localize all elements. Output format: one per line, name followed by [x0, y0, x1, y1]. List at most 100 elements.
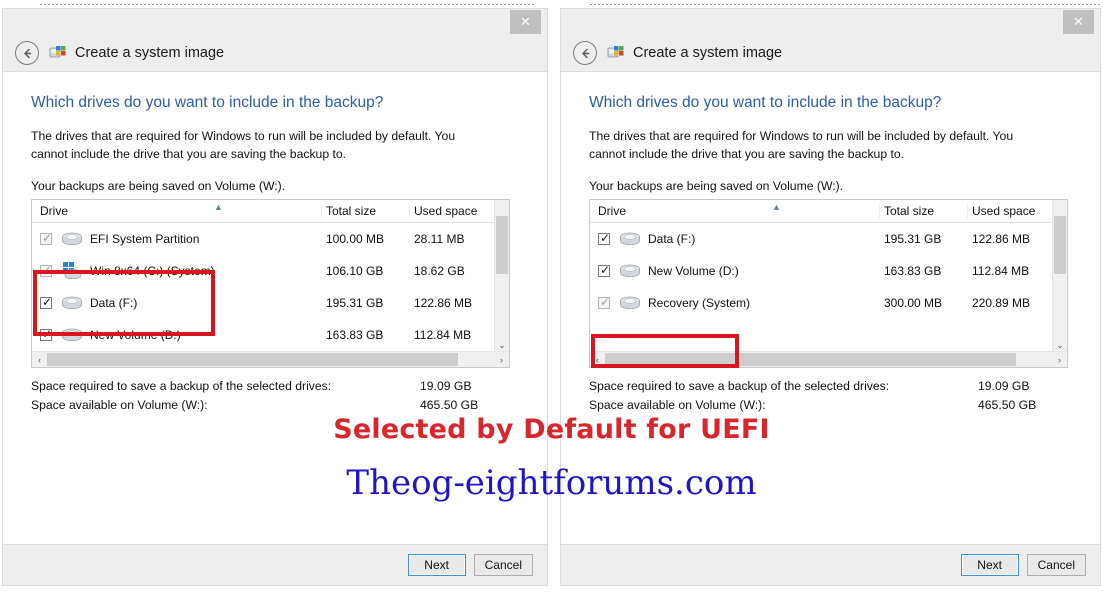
- page-title: Which drives do you want to include in t…: [31, 94, 384, 111]
- space-required-row: Space required to save a backup of the s…: [31, 377, 510, 396]
- drive-checkbox[interactable]: ✓: [598, 231, 611, 246]
- scrollbar-thumb[interactable]: [1054, 216, 1066, 275]
- column-header-drive[interactable]: Drive: [590, 204, 880, 219]
- total-size-cell: 300.00 MB: [884, 296, 943, 311]
- drive-name-label: EFI System Partition: [90, 232, 200, 247]
- titlebar-right: ✕: [561, 9, 1100, 35]
- drive-cell: ✓ Win 8x64 (C:) (System): [32, 261, 322, 281]
- next-button[interactable]: Next: [960, 554, 1019, 576]
- table-row[interactable]: ✓ Recovery (System) 300.00 MB 220.89 MB: [590, 287, 1067, 319]
- sort-ascending-icon: ▲: [214, 202, 223, 213]
- space-available-row: Space available on Volume (W:): 465.50 G…: [31, 396, 510, 415]
- drive-cell: ✓ Recovery (System): [590, 293, 880, 313]
- drive-name-label: Data (F:): [648, 232, 696, 247]
- column-header-used-space[interactable]: Used space: [968, 204, 1052, 218]
- vertical-scrollbar-left[interactable]: ⌄: [494, 200, 509, 353]
- summary-left: Space required to save a backup of the s…: [31, 377, 510, 415]
- total-size-cell: 163.83 GB: [326, 328, 384, 343]
- drive-cell: ✓ New Volume (D:): [32, 325, 322, 345]
- table-row[interactable]: ✓ Win 8x64 (C:) (System) 106.10 GB 18.62 GB: [32, 255, 509, 287]
- back-arrow-icon[interactable]: [15, 41, 39, 65]
- hscroll-track[interactable]: [605, 352, 1052, 367]
- used-space-cell: 122.86 MB: [414, 296, 473, 311]
- windows-drive-icon: [59, 261, 85, 281]
- scroll-left-icon[interactable]: ‹: [590, 355, 605, 365]
- drive-cell: ✓ EFI System Partition: [32, 229, 322, 249]
- checkmark-icon: ✓: [600, 231, 611, 246]
- cancel-button[interactable]: Cancel: [473, 554, 533, 576]
- top-rule-right: [590, 4, 1100, 5]
- column-header-total-size[interactable]: Total size: [322, 204, 410, 219]
- hard-drive-icon: [617, 261, 643, 281]
- summary-right: Space required to save a backup of the s…: [589, 377, 1068, 415]
- table-row[interactable]: ✓ New Volume (D:) 163.83 GB 112.84 MB: [32, 319, 509, 351]
- window-title: Create a system image: [75, 45, 225, 61]
- checkmark-icon: ✓: [42, 263, 53, 278]
- cancel-button[interactable]: Cancel: [1026, 554, 1086, 576]
- hard-drive-icon: [617, 293, 643, 313]
- checkmark-icon: ✓: [42, 295, 53, 310]
- hscroll-track[interactable]: [47, 352, 494, 367]
- used-space-cell: 220.89 MB: [972, 296, 1031, 311]
- space-available-row: Space available on Volume (W:): 465.50 G…: [589, 396, 1068, 415]
- scroll-left-icon[interactable]: ‹: [32, 355, 47, 365]
- drive-checkbox: ✓: [40, 231, 53, 246]
- drive-rows-left: ✓ EFI System Partition 100.00 MB 28.11 MB ✓ W…: [32, 223, 509, 351]
- horizontal-scrollbar-right[interactable]: ‹ ›: [590, 351, 1067, 368]
- page-title: Which drives do you want to include in t…: [589, 94, 942, 111]
- space-required-label: Space required to save a backup of the s…: [589, 379, 890, 394]
- space-available-value: 465.50 GB: [420, 398, 479, 413]
- system-image-window-left: ✕ Create a system image Which drives do …: [2, 8, 548, 586]
- description-text: The drives that are required for Windows…: [31, 129, 456, 161]
- table-row[interactable]: ✓ New Volume (D:) 163.83 GB 112.84 MB: [590, 255, 1067, 287]
- table-row[interactable]: ✓ Data (F:) 195.31 GB 122.86 MB: [590, 223, 1067, 255]
- window-title: Create a system image: [633, 45, 783, 61]
- total-size-cell: 163.83 GB: [884, 264, 942, 279]
- space-available-label: Space available on Volume (W:):: [31, 398, 208, 413]
- drive-name-label: New Volume (D:): [90, 328, 181, 343]
- drive-checkbox[interactable]: ✓: [40, 295, 53, 310]
- space-available-value: 465.50 GB: [978, 398, 1037, 413]
- drive-name-label: Win 8x64 (C:) (System): [90, 264, 215, 279]
- scroll-down-icon[interactable]: ⌄: [495, 338, 509, 352]
- total-size-cell: 195.31 GB: [326, 296, 384, 311]
- drive-name-label: Recovery (System): [648, 296, 751, 311]
- table-row[interactable]: ✓ Data (F:) 195.31 GB 122.86 MB: [32, 287, 509, 319]
- system-image-icon: [49, 44, 67, 62]
- close-button[interactable]: ✕: [510, 10, 541, 34]
- checkmark-icon: ✓: [600, 263, 611, 278]
- checkmark-icon: ✓: [42, 231, 53, 246]
- drive-list-right: Drive Total size Used space ▲ ⌃ ✓ Data (F…: [589, 199, 1068, 369]
- next-button[interactable]: Next: [407, 554, 466, 576]
- scrollbar-thumb[interactable]: [496, 216, 508, 275]
- saved-on-text: Your backups are being saved on Volume (…: [589, 179, 844, 194]
- drive-checkbox[interactable]: ✓: [40, 328, 52, 342]
- drive-cell: ✓ New Volume (D:): [590, 261, 880, 281]
- description-text: The drives that are required for Windows…: [589, 129, 1014, 161]
- table-row[interactable]: ✓ EFI System Partition 100.00 MB 28.11 MB: [32, 223, 509, 255]
- scroll-right-icon[interactable]: ›: [494, 355, 509, 365]
- footer-right: Next Cancel: [561, 545, 1100, 585]
- used-space-cell: 112.84 MB: [972, 264, 1030, 279]
- hscroll-thumb[interactable]: [605, 353, 1017, 367]
- back-arrow-icon[interactable]: [573, 41, 597, 65]
- column-header-used-space[interactable]: Used space: [410, 204, 494, 218]
- drive-cell: ✓ Data (F:): [590, 229, 880, 249]
- sort-ascending-icon: ▲: [772, 202, 781, 213]
- column-header-total-size[interactable]: Total size: [880, 204, 968, 219]
- column-header-drive[interactable]: Drive: [32, 204, 322, 219]
- hscroll-thumb[interactable]: [47, 353, 459, 367]
- wizard-header-left: Create a system image: [3, 35, 547, 71]
- content-pane-right: Which drives do you want to include in t…: [561, 71, 1100, 545]
- horizontal-scrollbar-left[interactable]: ‹ ›: [32, 351, 509, 368]
- close-button[interactable]: ✕: [1063, 10, 1094, 34]
- used-space-cell: 28.11 MB: [414, 232, 465, 247]
- drive-checkbox: ✓: [40, 263, 53, 278]
- vertical-scrollbar-right[interactable]: ⌄: [1052, 200, 1067, 353]
- scroll-down-icon[interactable]: ⌄: [1053, 338, 1067, 352]
- scroll-right-icon[interactable]: ›: [1052, 355, 1067, 365]
- drive-cell: ✓ Data (F:): [32, 293, 322, 313]
- drive-checkbox[interactable]: ✓: [598, 263, 611, 278]
- top-edge-strip: [0, 0, 1103, 8]
- drive-list-header: Drive Total size Used space ▲ ⌃: [590, 200, 1067, 224]
